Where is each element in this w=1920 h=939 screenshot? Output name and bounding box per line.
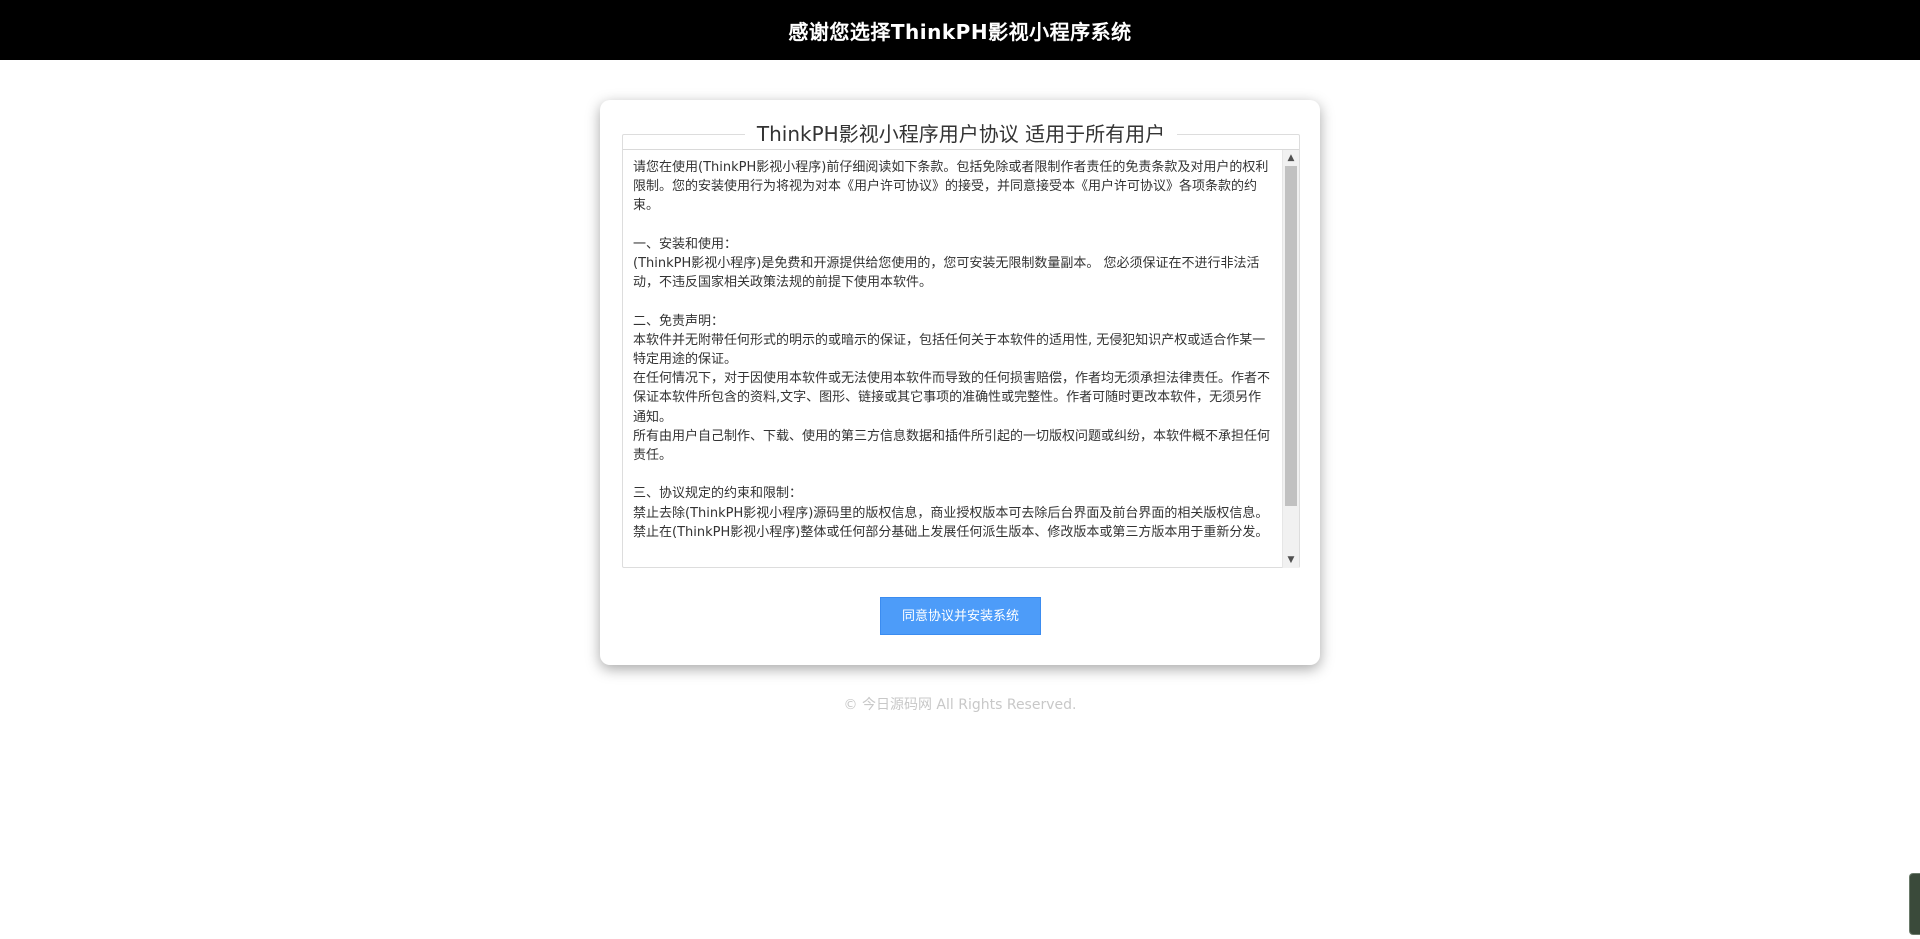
agreement-legend-text: ThinkPH影视小程序用户协议 适用于所有用户 [744,119,1178,149]
scroll-down-arrow-icon[interactable]: ▼ [1283,552,1299,568]
floating-side-widget[interactable] [1909,873,1920,935]
agreement-scrollbar[interactable]: ▲ ▼ [1282,150,1299,568]
agreement-text: 请您在使用(ThinkPH影视小程序)前仔细阅读如下条款。包括免除或者限制作者责… [633,160,1271,540]
top-header-bar: 感谢您选择ThinkPH影视小程序系统 [0,0,1920,60]
page-title: 感谢您选择ThinkPH影视小程序系统 [788,19,1132,44]
agree-and-install-button[interactable]: 同意协议并安装系统 [880,597,1041,635]
agreement-fieldset: ThinkPH影视小程序用户协议 适用于所有用户 请您在使用(ThinkPH影视… [622,119,1300,568]
agreement-legend: ThinkPH影视小程序用户协议 适用于所有用户 [623,119,1299,149]
agreement-textarea[interactable]: 请您在使用(ThinkPH影视小程序)前仔细阅读如下条款。包括免除或者限制作者责… [623,149,1299,568]
agreement-card: ThinkPH影视小程序用户协议 适用于所有用户 请您在使用(ThinkPH影视… [600,100,1320,665]
scrollbar-thumb[interactable] [1285,166,1297,506]
footer-copyright: © 今日源码网 All Rights Reserved. [843,697,1077,713]
scroll-up-arrow-icon[interactable]: ▲ [1283,150,1299,166]
